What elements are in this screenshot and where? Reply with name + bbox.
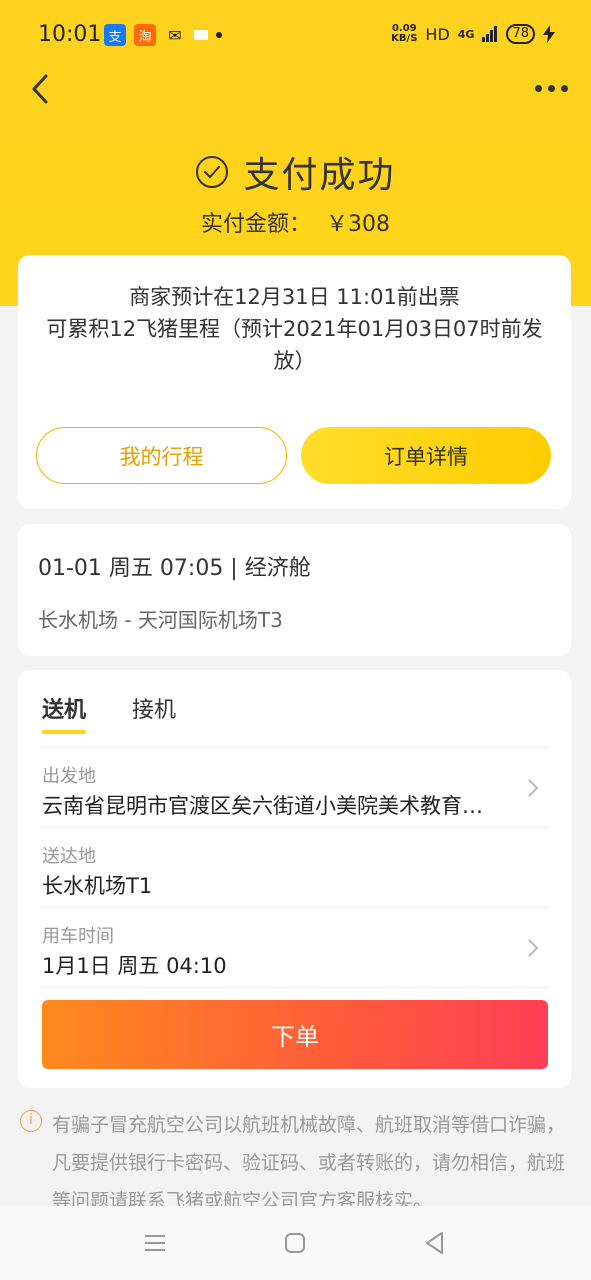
hd-indicator: HD [425,24,450,44]
ticket-info-card: 商家预计在12月31日 11:01前出票 可累积12飞猪里程（预计2021年01… [18,255,571,509]
signal-icon [482,26,498,42]
alipay-icon: 支 [104,24,126,46]
status-time: 10:01 [38,22,102,47]
paid-amount: ￥308 [326,212,390,237]
fraud-warning-text: 有骗子冒充航空公司以航班机械故障、航班取消等借口诈骗，凡要提供银行卡密码、验证码… [52,1114,566,1212]
more-notifications-dot [216,32,222,38]
taobao-icon: 淘 [134,24,156,46]
battery-level: 78 [506,24,535,44]
pickup-time-value: 1月1日 周五 04:10 [42,954,227,978]
wechat-icon: ✉ [168,25,182,45]
payment-success-header: 支付成功 [0,146,591,198]
info-icon: i [20,1110,42,1132]
paid-amount-line: 实付金额： ￥308 [0,206,591,238]
ticketing-eta: 商家预计在12月31日 11:01前出票 [129,285,460,309]
divider [42,987,548,988]
mileage-info: 可累积12飞猪里程（预计2021年01月03日07时前发放） [46,317,543,373]
notification-icon [194,30,208,40]
check-circle-icon [196,156,229,188]
status-app-icons: 支 淘 ✉ [104,24,222,46]
speed-unit: KB/S [391,33,418,44]
departure-row[interactable]: 出发地 云南省昆明市官渡区矣六街道小美院美术教育… [42,747,548,827]
fraud-warning: i 有骗子冒充航空公司以航班机械故障、航班取消等借口诈骗，凡要提供银行卡密码、验… [20,1106,565,1220]
action-buttons: 我的行程 订单详情 [36,427,551,484]
ticket-info: 商家预计在12月31日 11:01前出票 可累积12飞猪里程（预计2021年01… [18,255,571,377]
tab-pickup[interactable]: 接机 [132,692,176,734]
flight-card[interactable]: 01-01 周五 07:05 | 经济舱 长水机场 - 天河国际机场T3 [18,524,571,656]
paid-label: 实付金额： [200,212,311,237]
flight-route: 长水机场 - 天河国际机场T3 [38,608,283,632]
pickup-time-label: 用车时间 [42,926,114,947]
status-indicators: 0.09 KB/S HD 4G 78 [391,24,555,44]
more-options-icon[interactable] [531,80,571,96]
departure-value: 云南省昆明市官渡区矣六街道小美院美术教育… [42,794,483,818]
order-detail-button[interactable]: 订单详情 [301,427,551,484]
destination-value: 长水机场T1 [42,874,153,898]
chevron-right-icon [528,779,539,797]
place-order-button[interactable]: 下单 [42,1000,548,1069]
home-icon[interactable] [282,1230,308,1256]
back-arrow-icon[interactable] [26,70,56,108]
system-nav-bar [0,1206,591,1280]
tab-dropoff[interactable]: 送机 [42,692,87,734]
menu-icon[interactable] [142,1230,168,1256]
chevron-right-icon [528,939,539,957]
departure-label: 出发地 [42,766,96,787]
destination-row: 送达地 长水机场T1 [42,827,548,907]
dot [534,84,542,92]
dot [547,84,555,92]
charging-icon [543,25,555,43]
dot [560,84,568,92]
airport-transfer-card: 送机 接机 出发地 云南省昆明市官渡区矣六街道小美院美术教育… 送达地 长水机场… [18,670,571,1088]
success-title: 支付成功 [243,155,396,196]
network-speed: 0.09 KB/S [391,24,417,44]
transfer-tabs: 送机 接机 [42,692,176,734]
flight-time-class: 01-01 周五 07:05 | 经济舱 [38,556,311,581]
status-bar: 10:01 支 淘 ✉ 0.09 KB/S HD 4G 78 [0,0,591,70]
network-type: 4G [457,27,475,41]
pickup-time-row[interactable]: 用车时间 1月1日 周五 04:10 [42,907,548,987]
destination-label: 送达地 [42,846,96,867]
back-triangle-icon[interactable] [422,1230,448,1256]
my-itinerary-button[interactable]: 我的行程 [36,427,287,484]
